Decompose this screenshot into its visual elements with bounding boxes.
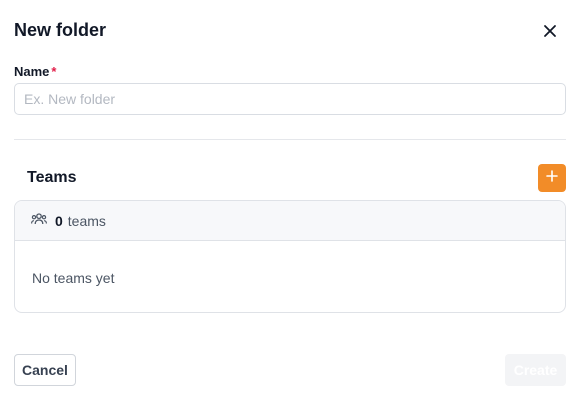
dialog-title: New folder [14,20,107,40]
create-button[interactable]: Create [505,354,566,386]
close-button[interactable] [537,20,563,46]
required-marker: * [51,64,57,79]
users-icon [31,212,47,230]
folder-name-input[interactable] [14,83,566,115]
name-label-text: Name [14,64,50,79]
teams-count: 0 [55,212,63,229]
teams-count-label: teams [67,212,106,229]
cancel-button[interactable]: Cancel [14,354,76,386]
plus-icon [546,169,558,187]
add-team-button[interactable] [538,164,566,192]
name-field-label: Name * [14,64,56,79]
teams-section-title: Teams [27,169,77,186]
section-divider [14,139,566,140]
new-folder-dialog: New folder Name* Teams [0,0,586,403]
close-icon [543,24,557,43]
teams-panel-header: 0 teams [15,201,565,241]
teams-panel: 0 teams No teams yet [14,200,566,313]
teams-empty-message: No teams yet [32,270,115,286]
